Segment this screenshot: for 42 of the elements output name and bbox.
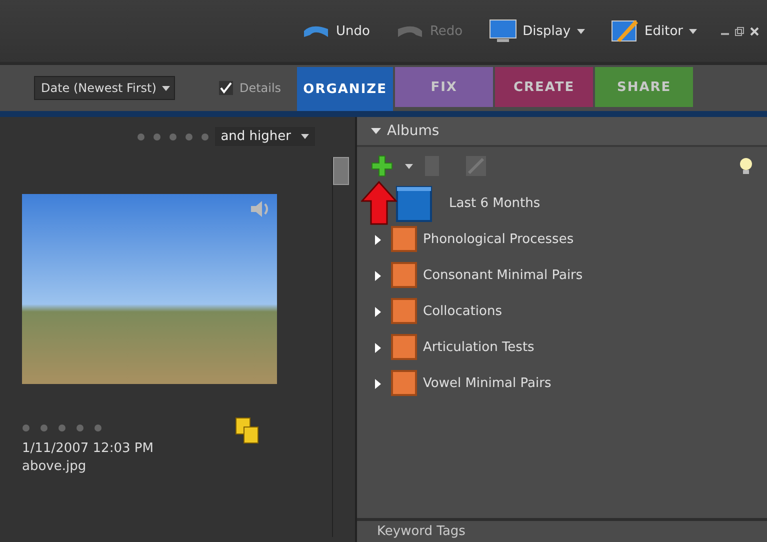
album-name[interactable]: Collocations — [423, 304, 502, 318]
display-button[interactable]: Display — [486, 17, 587, 45]
tab[interactable]: FIX — [395, 67, 494, 107]
speaker-icon — [249, 200, 271, 218]
album-name[interactable]: Vowel Minimal Pairs — [423, 376, 552, 390]
album-icon — [391, 334, 417, 360]
sort-dropdown[interactable]: Date (Newest First) — [34, 76, 176, 100]
plus-icon[interactable] — [371, 155, 393, 177]
checkmark-icon — [220, 82, 232, 94]
caret-icon — [405, 164, 413, 168]
album-name[interactable]: Consonant Minimal Pairs — [423, 268, 583, 282]
close-icon[interactable] — [750, 26, 759, 36]
undo-button[interactable]: Undo — [300, 21, 372, 41]
album-icon — [391, 298, 417, 324]
scrollbar[interactable] — [332, 157, 349, 537]
album-icon — [391, 262, 417, 288]
tab[interactable]: CREATE — [495, 67, 594, 107]
tab[interactable]: ORGANIZE — [297, 67, 394, 111]
caret-icon — [162, 86, 170, 90]
album-icon — [391, 370, 417, 396]
lightbulb-icon[interactable] — [739, 157, 753, 175]
disclosure-triangle-icon — [371, 127, 381, 135]
pencil-icon — [610, 18, 639, 44]
monitor-icon — [488, 19, 517, 43]
arrow-icon — [361, 181, 397, 225]
album-name[interactable]: Phonological Processes — [423, 232, 574, 246]
rating-dropdown[interactable]: and higher — [214, 127, 315, 146]
details-checkbox[interactable]: Details — [219, 81, 282, 95]
albums-header[interactable]: Albums — [357, 117, 767, 147]
editor-button[interactable]: Editor — [608, 16, 699, 46]
album-icon — [391, 226, 417, 252]
restore-icon[interactable] — [735, 26, 744, 36]
caret-icon — [689, 28, 697, 34]
caret-icon — [301, 134, 309, 139]
photo-date: 1/11/2007 12:03 PM — [22, 440, 154, 458]
caret-icon — [576, 28, 585, 34]
photo-filename: above.jpg — [22, 458, 88, 476]
smart-album-icon — [395, 183, 435, 223]
stacked-notes-icon — [235, 416, 259, 444]
star-rating[interactable] — [136, 132, 209, 140]
album-name[interactable]: Articulation Tests — [423, 340, 534, 354]
album-name[interactable]: Last 6 Months — [449, 196, 540, 210]
